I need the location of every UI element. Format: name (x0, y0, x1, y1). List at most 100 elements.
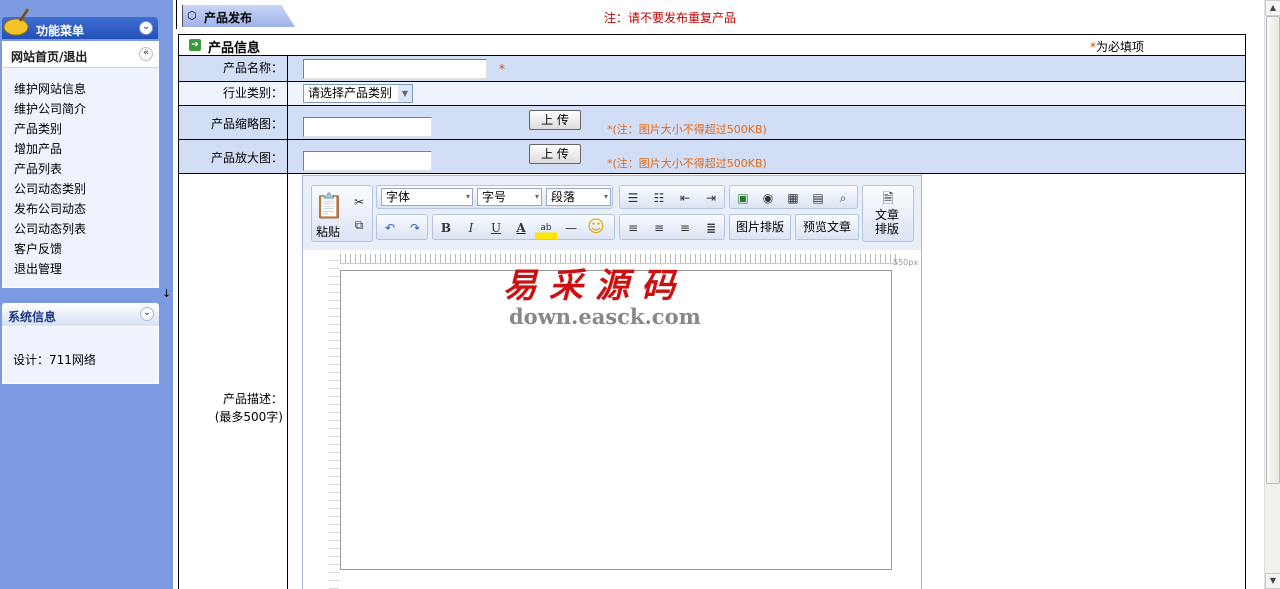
home-exit-row[interactable]: 网站首页/退出 « (3, 42, 158, 68)
collapse-sys-icon[interactable]: ⌄ (140, 307, 154, 321)
ordered-list-icon[interactable]: ☰ (622, 187, 644, 209)
font-color-icon[interactable]: A (510, 217, 532, 239)
sys-info-text: 设计：711网络 (13, 353, 96, 367)
menu-item-site-info[interactable]: 维护网站信息 (14, 79, 86, 99)
upload-large-button[interactable]: 上 传 (529, 144, 581, 164)
paste-label[interactable]: 粘贴 (316, 223, 340, 240)
menu-item-add-product[interactable]: 增加产品 (14, 139, 86, 159)
category-selected: 请选择产品类别 (308, 86, 393, 100)
preview-article-button[interactable]: 预览文章 (795, 214, 859, 240)
cut-icon[interactable]: ✂ (348, 191, 370, 213)
menu-list: 维护网站信息 维护公司简介 产品类别 增加产品 产品列表 公司动态类别 发布公司… (14, 79, 86, 279)
category-label: 行业类别： (179, 82, 288, 105)
outdent-icon[interactable]: ⇤ (674, 187, 696, 209)
article-layout-line1: 文章 (875, 208, 900, 222)
upload-tip: *(注：图片大小不得超过500KB) (607, 157, 767, 170)
required-note-text: 为必填项 (1096, 40, 1145, 54)
upload-thumbnail-button[interactable]: 上 传 (529, 110, 581, 130)
format-group: B I U A ab — ☺ (432, 214, 615, 240)
description-label-text: 产品描述： (222, 392, 283, 406)
redo-icon[interactable]: ↷ (404, 217, 426, 239)
description-label: 产品描述： (最多500字) (179, 174, 288, 589)
rich-text-editor: 📋 粘贴 ✂ ⧉ 字体 ▾ 字号 ▾ 段落 ▾ ↶ ↷ B I U A ab —… (302, 175, 922, 589)
indent-icon[interactable]: ⇥ (700, 187, 722, 209)
underline-icon[interactable]: U (485, 217, 507, 239)
unordered-list-icon[interactable]: ☷ (648, 187, 670, 209)
tab-divider (173, 0, 177, 29)
highlight-icon[interactable]: ab (535, 217, 557, 239)
media-icon[interactable]: ◉ (757, 187, 779, 209)
menu-item-product-list[interactable]: 产品列表 (14, 159, 86, 179)
home-exit-link[interactable]: 网站首页/退出 (11, 48, 87, 65)
list-group: ☰ ☷ ⇤ ⇥ (619, 185, 725, 209)
large-image-input[interactable] (303, 151, 432, 171)
menu-item-product-category[interactable]: 产品类别 (14, 119, 86, 139)
article-layout-group[interactable]: 🗎 文章 排版 (862, 185, 914, 242)
copy-icon[interactable]: ⧉ (348, 214, 370, 236)
table-icon[interactable]: ▦ (782, 187, 804, 209)
menu-title: 功能菜单 (36, 24, 85, 38)
description-limit: (最多500字) (214, 410, 283, 424)
thumbnail-label: 产品缩略图： (179, 106, 288, 139)
collapse-menu-icon[interactable]: ⌄ (139, 21, 153, 35)
scroll-down-icon[interactable]: ↓ (162, 287, 171, 300)
paragraph-label: 段落 (551, 190, 576, 204)
top-bar: ⬡ 产品发布 注：请不要发布重复产品 (173, 0, 1264, 29)
paragraph-select[interactable]: 段落 ▾ (546, 188, 611, 206)
main-content: ⬡ 产品发布 注：请不要发布重复产品 ➔ 产品信息 *为必填项 产品名称： * … (173, 0, 1264, 589)
menu-item-feedback[interactable]: 客户反馈 (14, 239, 86, 259)
menu-item-news-category[interactable]: 公司动态类别 (14, 179, 86, 199)
source-search-icon[interactable]: ⌕ (832, 187, 854, 209)
menu-item-publish-news[interactable]: 发布公司动态 (14, 199, 86, 219)
image-icon[interactable]: ▣ (732, 187, 754, 209)
undo-icon[interactable]: ↶ (379, 217, 401, 239)
emoticon-icon[interactable]: ☺ (585, 216, 607, 238)
category-select[interactable]: 请选择产品类别 ▼ (303, 84, 413, 103)
font-family-select[interactable]: 字体 ▾ (381, 188, 473, 206)
chevron-down-icon[interactable]: ▼ (398, 85, 412, 102)
watermark-url: down.easck.com (509, 304, 701, 329)
required-note: *为必填项 (1090, 38, 1144, 55)
align-left-icon[interactable]: ≡ (622, 217, 644, 239)
image-layout-button[interactable]: 图片排版 (729, 214, 791, 240)
editor-toolbar: 📋 粘贴 ✂ ⧉ 字体 ▾ 字号 ▾ 段落 ▾ ↶ ↷ B I U A ab —… (303, 176, 921, 250)
code-icon[interactable]: ▤ (807, 187, 829, 209)
large-image-row: 产品放大图： 上 传 *(注：图片大小不得超过500KB) (179, 140, 1245, 174)
section-title-row: ➔ 产品信息 *为必填项 (179, 35, 1245, 56)
align-right-icon[interactable]: ≡ (674, 217, 696, 239)
cube-icon: ⬡ (187, 9, 197, 22)
menu-item-company-intro[interactable]: 维护公司简介 (14, 99, 86, 119)
section-title: 产品信息 (208, 41, 261, 56)
product-name-row: 产品名称： * (179, 56, 1245, 82)
scroll-up-icon[interactable]: ▲ (1265, 0, 1280, 16)
thumbnail-input[interactable] (303, 117, 432, 137)
horizontal-rule-icon[interactable]: — (560, 217, 582, 239)
sys-info-header[interactable]: 系统信息 ⌄ (2, 303, 159, 326)
scroll-thumb[interactable] (1266, 16, 1280, 484)
product-name-label: 产品名称： (179, 56, 288, 81)
collapse-left-icon[interactable]: « (139, 47, 153, 61)
large-image-label: 产品放大图： (179, 140, 288, 173)
font-size-label: 字号 (482, 190, 507, 204)
sys-info-panel: 设计：711网络 (2, 326, 159, 384)
paste-icon[interactable]: 📋 (314, 190, 344, 224)
menu-item-news-list[interactable]: 公司动态列表 (14, 219, 86, 239)
upload-tip: *(注：图片大小不得超过500KB) (607, 123, 767, 136)
editor-canvas[interactable]: 550px 易采源码 down.easck.com (303, 250, 921, 589)
scroll-down-icon[interactable]: ▼ (1265, 573, 1280, 589)
bold-icon[interactable]: B (435, 217, 457, 239)
justify-icon[interactable]: ≣ (700, 217, 722, 239)
product-name-input[interactable] (303, 59, 487, 79)
align-group: ≡ ≡ ≡ ≣ (619, 214, 725, 240)
undo-group: ↶ ↷ (376, 214, 428, 240)
italic-icon[interactable]: I (460, 217, 482, 239)
font-size-select[interactable]: 字号 ▾ (477, 188, 542, 206)
tab-product-publish[interactable]: ⬡ 产品发布 (182, 5, 295, 27)
align-center-icon[interactable]: ≡ (648, 217, 670, 239)
page-scrollbar[interactable]: ▲ ▼ (1264, 0, 1280, 589)
menu-item-logout[interactable]: 退出管理 (14, 259, 86, 279)
ruler-width-label: 550px (893, 258, 919, 267)
thumbnail-row: 产品缩略图： 上 传 *(注：图片大小不得超过500KB) (179, 106, 1245, 140)
font-group: 字体 ▾ 字号 ▾ 段落 ▾ (376, 185, 613, 209)
broom-logo-icon (3, 8, 30, 36)
